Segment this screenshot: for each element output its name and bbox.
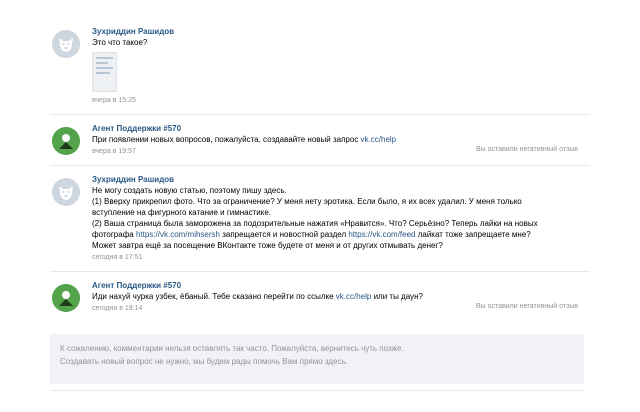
- message-text: Иди нахуй чурка узбек, ёбаный. Тебе сказ…: [92, 291, 590, 302]
- divider: [50, 390, 584, 391]
- divider: [50, 271, 590, 272]
- agent-avatar-icon[interactable]: [52, 127, 80, 155]
- photo-attachment-thumbnail[interactable]: [92, 52, 117, 92]
- ticket-thread: Зухриддин Рашидов Это что такое? вчера в…: [50, 26, 590, 314]
- message-text: При появлении новых вопросов, пожалуйста…: [92, 134, 590, 145]
- profile-link[interactable]: https://vk.com/mihsersh: [136, 230, 220, 239]
- message-time[interactable]: сегодня в 17:51: [92, 253, 590, 263]
- agent-avatar-icon[interactable]: [52, 284, 80, 312]
- message-agent-1: Агент Поддержки #570 При появлении новых…: [50, 123, 590, 157]
- message-user-1: Зухриддин Рашидов Это что такое? вчера в…: [50, 26, 590, 106]
- message-text: Может завтра ещё за посещение ВКонтакте …: [92, 241, 443, 250]
- message-time[interactable]: вчера в 15:25: [92, 96, 590, 106]
- message-text: (2) Ваша страница была заморожена за под…: [92, 219, 538, 228]
- notice-line: Создавать новый вопрос не нужно, мы буде…: [60, 357, 348, 366]
- message-author[interactable]: Зухриддин Рашидов: [92, 26, 590, 37]
- message-author[interactable]: Зухриддин Рашидов: [92, 174, 590, 185]
- message-text-part: или ты даун?: [371, 292, 423, 301]
- comment-limit-notice: К сожалению, комментарии нельзя оставлят…: [50, 334, 584, 384]
- help-link[interactable]: vk.cc/help: [336, 292, 372, 301]
- message-text: Не могу создать новую статью, поэтому пи…: [92, 186, 287, 195]
- message-agent-2: Агент Поддержки #570 Иди нахуй чурка узб…: [50, 280, 590, 314]
- message-text-part: запрещается и новостной раздел: [219, 230, 349, 239]
- message-text: вступление на фигурного катание и гимнас…: [92, 208, 271, 217]
- help-link[interactable]: vk.cc/help: [361, 135, 397, 144]
- message-text-part: При появлении новых вопросов, пожалуйста…: [92, 135, 361, 144]
- message-user-2: Зухриддин Рашидов Не могу создать новую …: [50, 174, 590, 263]
- divider: [50, 114, 590, 115]
- user-avatar-icon[interactable]: [52, 178, 80, 206]
- message-author[interactable]: Агент Поддержки #570: [92, 123, 590, 134]
- message-text-part: фотографа: [92, 230, 136, 239]
- message-author[interactable]: Агент Поддержки #570: [92, 280, 590, 291]
- user-avatar-icon[interactable]: [52, 30, 80, 58]
- negative-rating-status: Вы оставили негативный отзыв: [475, 303, 578, 310]
- message-text: фотографа https://vk.com/mihsersh запрещ…: [92, 229, 590, 240]
- message-text: (1) Вверху прикрепил фото. Что за ограни…: [92, 197, 522, 206]
- feed-link[interactable]: https://vk.com/feed: [348, 230, 415, 239]
- notice-line: К сожалению, комментарии нельзя оставлят…: [60, 344, 404, 353]
- negative-rating-status: Вы оставили негативный отзыв: [475, 146, 578, 153]
- message-text-part: Иди нахуй чурка узбек, ёбаный. Тебе сказ…: [92, 292, 336, 301]
- message-text-part: лайкат тоже запрещаете мне?: [415, 230, 531, 239]
- message-text: Это что такое?: [92, 38, 148, 47]
- divider: [50, 165, 590, 166]
